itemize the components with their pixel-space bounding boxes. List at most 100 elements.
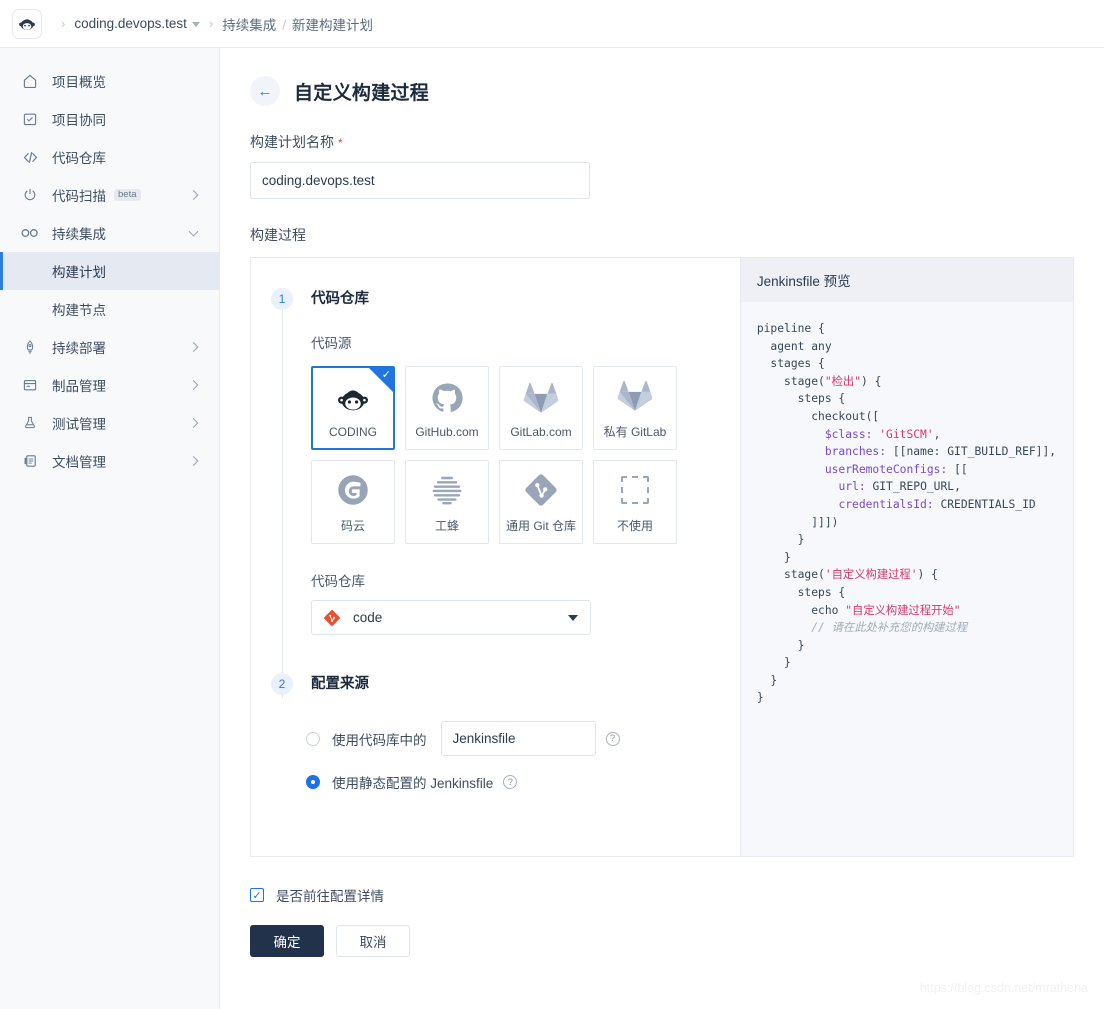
source-card-generic-git[interactable]: 通用 Git 仓库	[499, 460, 583, 544]
radio-use-repo-jenkinsfile[interactable]	[306, 731, 320, 746]
config-source-option-repo[interactable]: 使用代码库中的 ?	[306, 721, 740, 756]
code-source-label: 代码源	[311, 336, 352, 351]
document-icon	[20, 451, 40, 471]
sidebar-item-label: 制品管理	[52, 379, 106, 394]
flask-icon	[20, 413, 40, 433]
source-card-label: GitHub.com	[415, 424, 479, 439]
breadcrumb-chevron-icon-2: ›	[208, 16, 214, 31]
chevron-right-icon	[188, 342, 199, 352]
git-repo-icon	[323, 609, 341, 627]
jenkinsfile-code: pipeline { agent any stages { stage("检出"…	[756, 322, 1057, 705]
build-process-panel: 1 代码仓库 代码源 ✓ CODING GitHub.com GitLab.co…	[250, 257, 1074, 857]
scan-power-icon	[20, 185, 40, 205]
sidebar-item-build-plan[interactable]: 构建计划	[0, 252, 219, 290]
breadcrumb-slash: /	[282, 17, 287, 33]
jenkinsfile-preview-panel: Jenkinsfile 预览 pipeline { agent any stag…	[739, 258, 1073, 856]
sidebar-item-collaboration[interactable]: 项目协同	[0, 100, 219, 138]
plan-name-label: 构建计划名称 *	[250, 132, 1104, 152]
step-1-header: 1 代码仓库	[251, 288, 740, 310]
sidebar-item-repository[interactable]: 代码仓库	[0, 138, 219, 176]
build-process-label: 构建过程	[250, 227, 306, 243]
repository-select[interactable]: code	[311, 600, 591, 635]
dashed-square-icon	[621, 470, 649, 510]
rocket-icon	[20, 337, 40, 357]
gitlab-fox-icon	[523, 378, 559, 418]
breadcrumb-chevron-icon: ›	[61, 16, 66, 31]
plan-name-input[interactable]	[250, 162, 590, 199]
source-card-github[interactable]: GitHub.com	[405, 366, 489, 450]
cancel-button[interactable]: 取消	[336, 925, 410, 957]
coding-monkey-logo[interactable]	[12, 8, 42, 39]
sidebar-item-label: 代码扫描	[52, 189, 106, 204]
plan-name-label-text: 构建计划名称	[250, 134, 334, 150]
source-card-label: 不使用	[616, 519, 653, 533]
question-circle-icon[interactable]: ?	[605, 731, 620, 746]
source-card-coding[interactable]: ✓ CODING	[311, 366, 395, 450]
chevron-right-icon	[188, 418, 199, 428]
sidebar-item-label: 测试管理	[52, 417, 106, 432]
source-card-gitee[interactable]: 码云	[311, 460, 395, 544]
repository-select-value: code	[353, 610, 383, 625]
sidebar-subitem-label: 构建计划	[52, 265, 106, 280]
main-content: ← 自定义构建过程 构建计划名称 * 构建过程 1 代码仓库 代码源 ✓	[220, 48, 1104, 1009]
gongfeng-icon	[429, 470, 465, 510]
config-source-option-static[interactable]: 使用静态配置的 Jenkinsfile ?	[306, 772, 740, 792]
radio-use-static-jenkinsfile[interactable]	[306, 775, 320, 789]
git-diamond-icon	[524, 470, 558, 510]
sidebar-item-label: 文档管理	[52, 455, 106, 470]
form-footer: ✓ 是否前往配置详情 确定 取消	[250, 885, 1104, 957]
step-1-title: 代码仓库	[311, 291, 369, 307]
breadcrumb-parent[interactable]: 持续集成	[222, 18, 276, 33]
chevron-right-icon	[188, 380, 199, 390]
source-card-label: CODING	[329, 424, 377, 439]
sidebar-item-cd[interactable]: 持续部署	[0, 328, 219, 366]
status-badge: beta	[114, 188, 141, 202]
breadcrumb-project[interactable]: coding.devops.test	[74, 16, 200, 31]
breadcrumb: 持续集成 / 新建构建计划	[222, 14, 373, 34]
sidebar-item-docs[interactable]: 文档管理	[0, 442, 219, 480]
gitee-icon	[336, 470, 370, 510]
sidebar-item-label: 持续集成	[52, 227, 106, 242]
step-connector-line	[282, 298, 283, 698]
caret-down-icon	[568, 614, 578, 621]
action-buttons: 确定 取消	[250, 925, 1104, 957]
source-card-label: 工蜂	[434, 519, 459, 533]
confirm-button[interactable]: 确定	[250, 925, 324, 957]
watermark: https://blog.csdn.net/mrathena	[919, 981, 1088, 995]
chevron-down-icon	[191, 21, 200, 27]
sidebar-item-test[interactable]: 测试管理	[0, 404, 219, 442]
jenkinsfile-path-input[interactable]	[440, 721, 596, 756]
step-2-number: 2	[271, 673, 293, 695]
sidebar-item-build-node[interactable]: 构建节点	[0, 290, 219, 328]
source-card-label: 码云	[340, 519, 365, 533]
chevron-right-icon	[188, 190, 199, 200]
source-card-label: 私有 GitLab	[603, 425, 667, 439]
sidebar-item-code-scan[interactable]: 代码扫描 beta	[0, 176, 219, 214]
sidebar-item-label: 持续部署	[52, 341, 106, 356]
sidebar-item-label: 代码仓库	[52, 151, 106, 166]
source-card-label: GitLab.com	[510, 424, 572, 439]
goto-detail-label: 是否前往配置详情	[276, 889, 384, 904]
repository-label: 代码仓库	[311, 574, 365, 589]
code-brackets-icon	[20, 147, 40, 167]
breadcrumb-current: 新建构建计划	[292, 17, 374, 33]
required-mark: *	[338, 136, 343, 150]
question-circle-icon[interactable]: ?	[503, 775, 518, 789]
page-title: 自定义构建过程	[294, 82, 430, 104]
arrow-left-icon[interactable]: ←	[250, 76, 280, 106]
source-card-gitlab-com[interactable]: GitLab.com	[499, 366, 583, 450]
goto-detail-checkbox-row[interactable]: ✓ 是否前往配置详情	[250, 885, 1104, 905]
sidebar-item-artifacts[interactable]: 制品管理	[0, 366, 219, 404]
breadcrumb-project-label: coding.devops.test	[74, 16, 187, 31]
source-card-none[interactable]: 不使用	[593, 460, 677, 544]
sidebar-subitem-label: 构建节点	[52, 303, 106, 318]
source-card-gongfeng[interactable]: 工蜂	[405, 460, 489, 544]
sidebar-item-overview[interactable]: 项目概览	[0, 62, 219, 100]
check-mark-icon: ✓	[252, 889, 262, 902]
goto-detail-checkbox[interactable]: ✓	[250, 888, 264, 902]
sidebar-item-label: 项目协同	[52, 113, 106, 128]
step-1-number: 1	[271, 288, 293, 310]
source-card-gitlab-private[interactable]: 私有 GitLab	[593, 366, 677, 450]
infinity-icon	[20, 223, 40, 243]
sidebar-item-ci[interactable]: 持续集成	[0, 214, 219, 252]
